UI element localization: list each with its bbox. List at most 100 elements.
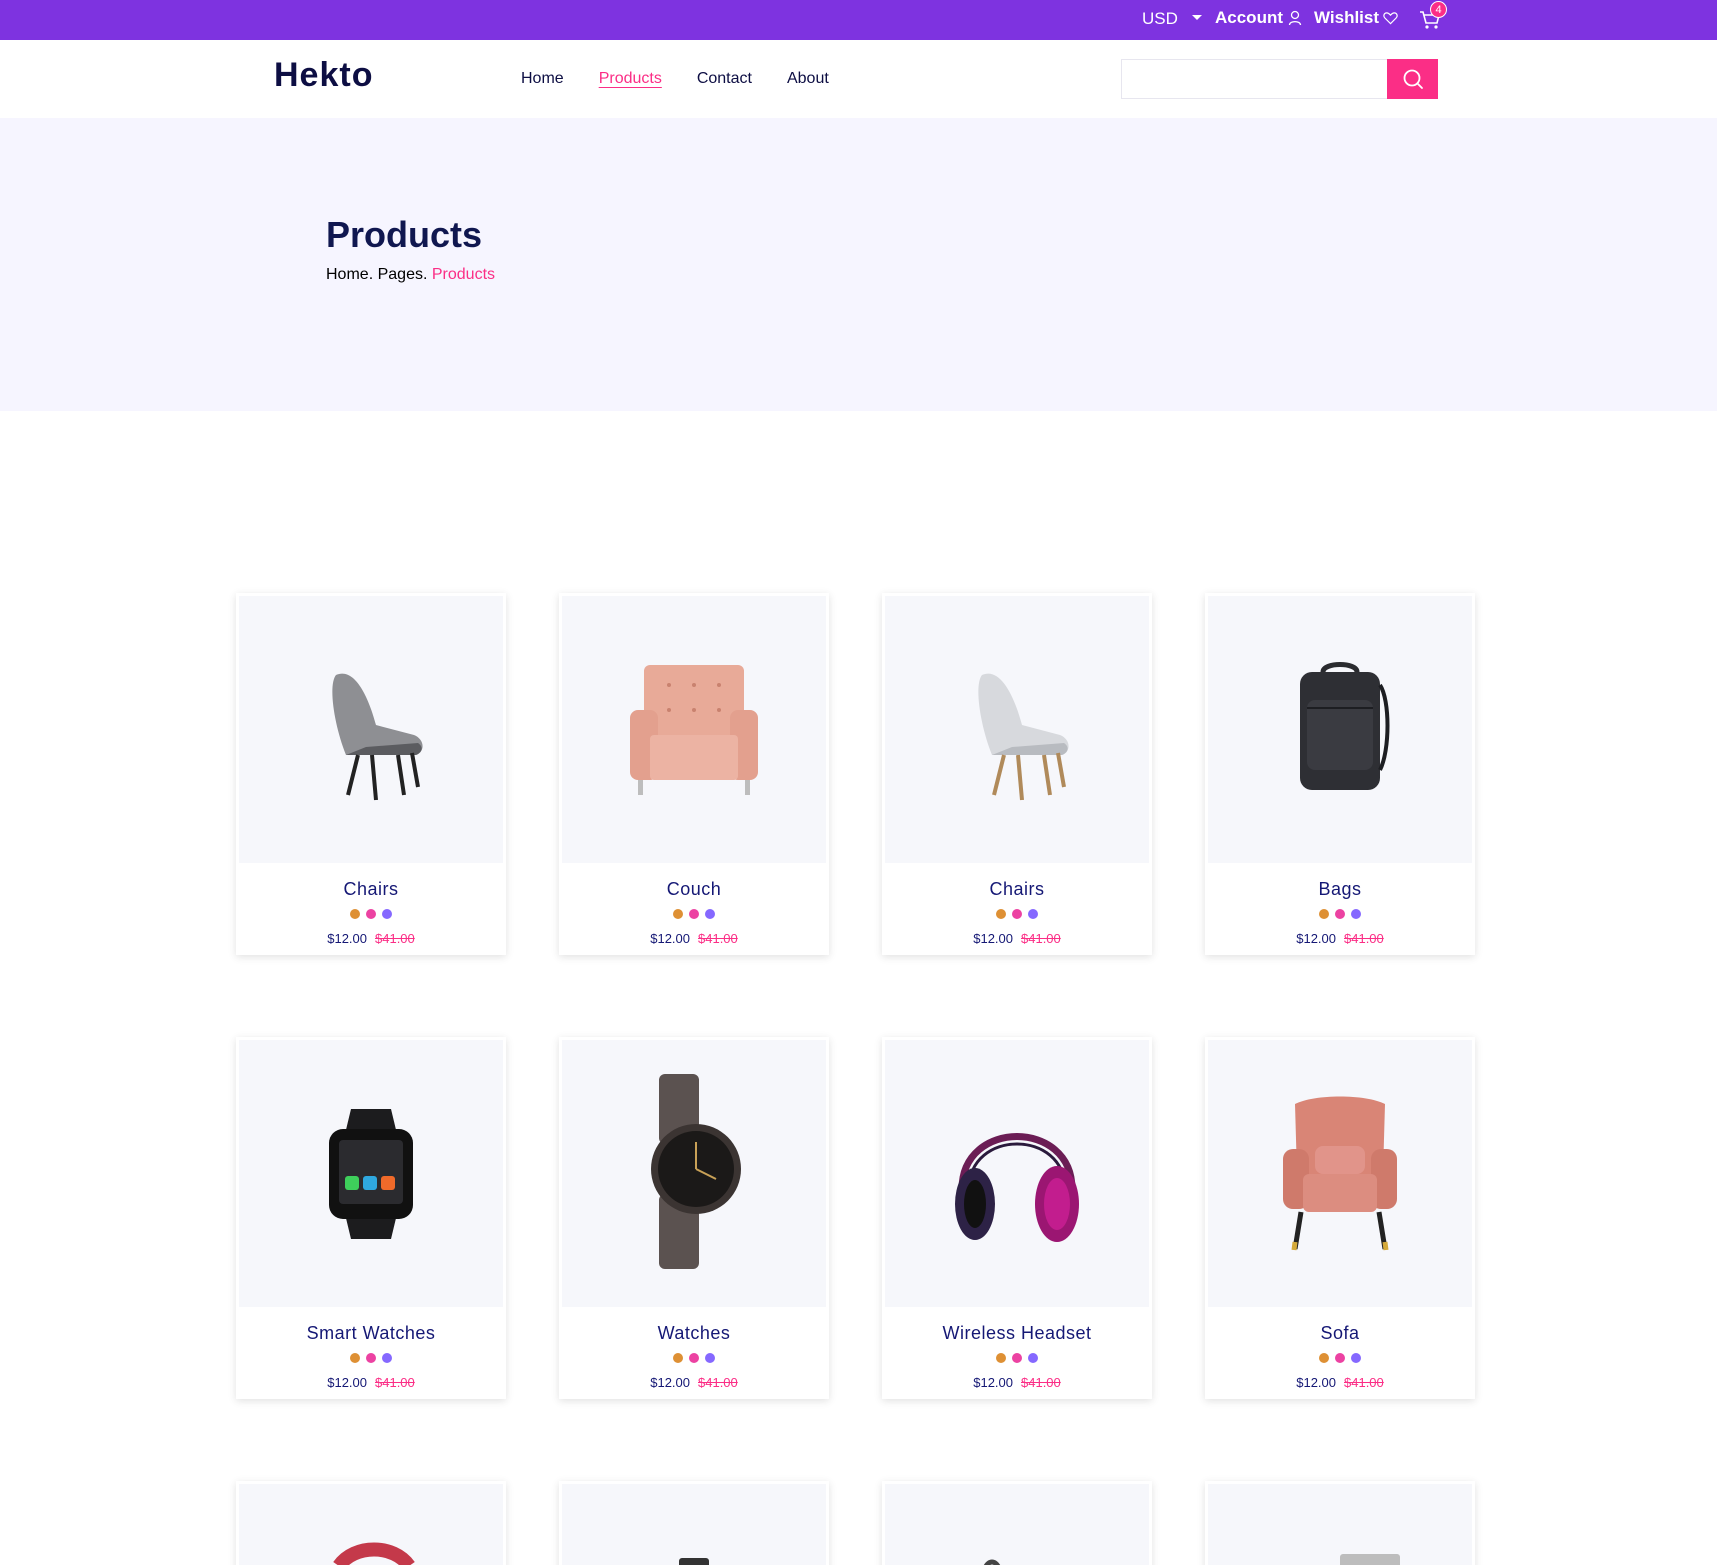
swatch-pink[interactable] <box>1335 909 1345 919</box>
swatch-pink[interactable] <box>689 909 699 919</box>
color-swatches <box>882 909 1152 919</box>
breadcrumb-current: Products <box>431 266 496 283</box>
swatch-purple[interactable] <box>382 909 392 919</box>
product-thumbnail-icon <box>333 1542 415 1565</box>
product-name[interactable]: Watches <box>559 1323 829 1344</box>
product-card[interactable] <box>236 1481 506 1565</box>
nav-about[interactable]: About <box>787 70 829 88</box>
breadcrumb-pages[interactable]: Pages <box>378 266 423 283</box>
product-name[interactable]: Bags <box>1205 879 1475 900</box>
top-bar: USD Account Wishlist 4 <box>0 0 1717 40</box>
color-swatches <box>1205 909 1475 919</box>
product-name[interactable]: Chairs <box>236 879 506 900</box>
product-name[interactable]: Smart Watches <box>236 1323 506 1344</box>
swatch-purple[interactable] <box>1028 1353 1038 1363</box>
site-logo[interactable]: Hekto <box>274 56 373 95</box>
product-name[interactable]: Chairs <box>882 879 1152 900</box>
color-swatches <box>236 1353 506 1363</box>
current-price: $12.00 <box>650 931 690 946</box>
swatch-purple[interactable] <box>1028 909 1038 919</box>
product-card[interactable]: Bags $12.00 $41.00 <box>1205 593 1475 955</box>
product-image <box>239 596 503 863</box>
search-input[interactable] <box>1121 59 1387 99</box>
current-price: $12.00 <box>973 931 1013 946</box>
product-image <box>1208 1040 1472 1307</box>
armchair-icon <box>630 664 758 795</box>
swatch-purple[interactable] <box>1351 909 1361 919</box>
swatch-pink[interactable] <box>366 909 376 919</box>
swatch-orange[interactable] <box>350 909 360 919</box>
product-card[interactable]: Chairs $12.00 $41.00 <box>882 593 1152 955</box>
product-thumbnail-icon <box>679 1558 709 1565</box>
product-card[interactable] <box>559 1481 829 1565</box>
product-card[interactable]: Couch $12.00 $41.00 <box>559 593 829 955</box>
product-price: $12.00 $41.00 <box>1205 1375 1475 1390</box>
old-price: $41.00 <box>1021 1375 1061 1390</box>
swatch-pink[interactable] <box>1335 1353 1345 1363</box>
product-name[interactable]: Sofa <box>1205 1323 1475 1344</box>
nav-home[interactable]: Home <box>521 70 564 88</box>
swatch-purple[interactable] <box>705 909 715 919</box>
swatch-pink[interactable] <box>1012 1353 1022 1363</box>
product-image <box>1208 1484 1472 1565</box>
product-price: $12.00 $41.00 <box>559 931 829 946</box>
swatch-purple[interactable] <box>705 1353 715 1363</box>
swatch-orange[interactable] <box>996 909 1006 919</box>
swatch-orange[interactable] <box>673 909 683 919</box>
main-nav: Home Products Contact About <box>521 70 864 88</box>
product-image <box>885 1484 1149 1565</box>
old-price: $41.00 <box>1344 931 1384 946</box>
swatch-pink[interactable] <box>1012 909 1022 919</box>
currency-select[interactable]: USD <box>1142 9 1202 29</box>
swatch-pink[interactable] <box>689 1353 699 1363</box>
color-swatches <box>882 1353 1152 1363</box>
nav-contact[interactable]: Contact <box>697 70 752 88</box>
account-link[interactable]: Account <box>1215 8 1302 28</box>
swatch-purple[interactable] <box>1351 1353 1361 1363</box>
swatch-orange[interactable] <box>1319 1353 1329 1363</box>
product-thumbnail-icon <box>983 1559 1001 1565</box>
product-name[interactable]: Couch <box>559 879 829 900</box>
old-price: $41.00 <box>1344 1375 1384 1390</box>
product-card[interactable] <box>1205 1481 1475 1565</box>
nav-products[interactable]: Products <box>599 70 662 88</box>
product-card[interactable]: Wireless Headset $12.00 $41.00 <box>882 1037 1152 1399</box>
product-card[interactable]: Sofa $12.00 $41.00 <box>1205 1037 1475 1399</box>
product-price: $12.00 $41.00 <box>236 1375 506 1390</box>
product-price: $12.00 $41.00 <box>236 931 506 946</box>
product-card[interactable]: Chairs $12.00 $41.00 <box>236 593 506 955</box>
product-image <box>562 596 826 863</box>
current-price: $12.00 <box>650 1375 690 1390</box>
wishlist-link[interactable]: Wishlist <box>1314 8 1398 28</box>
chevron-down-icon <box>1191 14 1202 20</box>
product-price: $12.00 $41.00 <box>882 1375 1152 1390</box>
product-price: $12.00 $41.00 <box>882 931 1152 946</box>
backpack-icon <box>1300 661 1390 790</box>
color-swatches <box>559 1353 829 1363</box>
product-card[interactable]: Watches $12.00 $41.00 <box>559 1037 829 1399</box>
swatch-purple[interactable] <box>382 1353 392 1363</box>
old-price: $41.00 <box>698 931 738 946</box>
current-price: $12.00 <box>1296 1375 1336 1390</box>
search-button[interactable] <box>1387 59 1438 99</box>
product-card[interactable]: Smart Watches $12.00 $41.00 <box>236 1037 506 1399</box>
swatch-orange[interactable] <box>1319 909 1329 919</box>
breadcrumb-home[interactable]: Home <box>326 266 369 283</box>
search-icon <box>1403 69 1423 89</box>
color-swatches <box>1205 1353 1475 1363</box>
swatch-pink[interactable] <box>366 1353 376 1363</box>
smartwatch-icon <box>329 1108 413 1239</box>
product-price: $12.00 $41.00 <box>1205 931 1475 946</box>
old-price: $41.00 <box>375 931 415 946</box>
product-image <box>1208 596 1472 863</box>
swatch-orange[interactable] <box>350 1353 360 1363</box>
old-price: $41.00 <box>1021 931 1061 946</box>
product-name[interactable]: Wireless Headset <box>882 1323 1152 1344</box>
product-card[interactable] <box>882 1481 1152 1565</box>
product-image <box>885 596 1149 863</box>
product-image <box>239 1040 503 1307</box>
swatch-orange[interactable] <box>996 1353 1006 1363</box>
headphones-icon <box>955 1132 1079 1242</box>
page-title: Products <box>326 214 483 255</box>
swatch-orange[interactable] <box>673 1353 683 1363</box>
